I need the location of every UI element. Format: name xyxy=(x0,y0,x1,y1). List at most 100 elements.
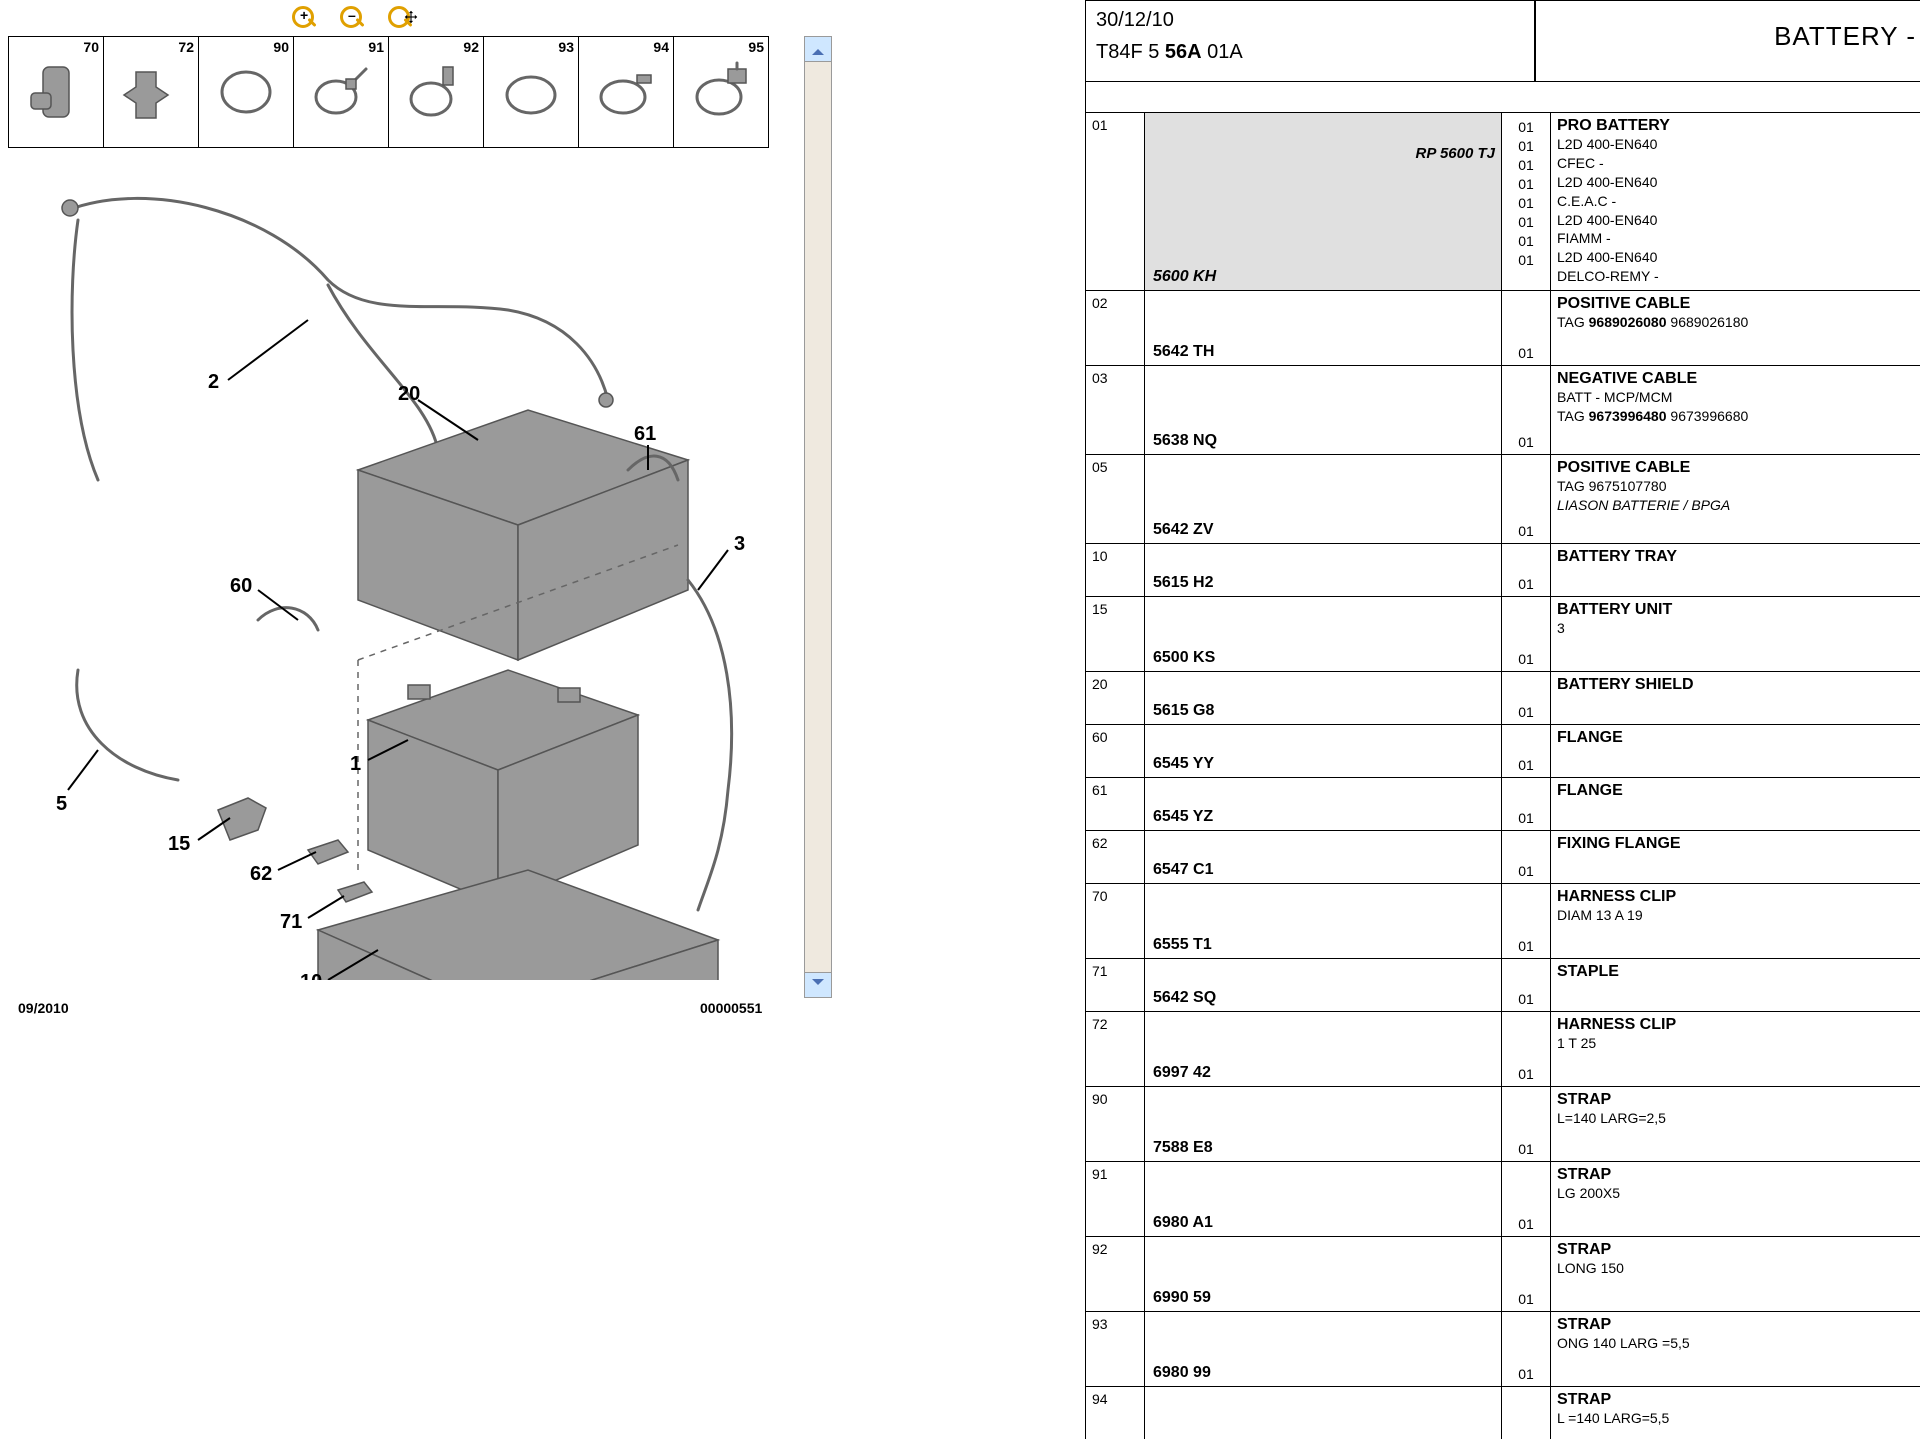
parts-table: 015600 KHRP 5600 TJ0101010101010101PRO B… xyxy=(1085,113,1920,1439)
thumbnail-70[interactable]: 70 xyxy=(8,36,104,148)
part-qty: 01 xyxy=(1502,597,1551,671)
part-description: FLANGE xyxy=(1551,778,1920,830)
thumbnail-92[interactable]: 92 xyxy=(388,36,484,148)
part-description: STRAPLG 200X5 xyxy=(1551,1162,1920,1236)
part-reference: 6980 A1 xyxy=(1145,1162,1502,1236)
part-qty: 01 xyxy=(1502,672,1551,724)
part-reference: 6990 59 xyxy=(1145,1237,1502,1311)
part-row-90[interactable]: 907588 E801STRAPL=140 LARG=2,5 xyxy=(1086,1087,1920,1162)
zoom-out-button[interactable] xyxy=(338,4,362,28)
part-reference: 5638 NQ xyxy=(1145,366,1502,454)
scroll-up-button[interactable] xyxy=(805,37,831,62)
scroll-down-button[interactable] xyxy=(805,972,831,997)
part-description: STRAPLONG 150 xyxy=(1551,1237,1920,1311)
svg-text:2: 2 xyxy=(208,371,219,393)
thumbnail-94[interactable]: 94 xyxy=(578,36,674,148)
thumbnail-72[interactable]: 72 xyxy=(103,36,199,148)
part-qty: 01 xyxy=(1502,831,1551,883)
part-seq: 01 xyxy=(1086,113,1145,290)
thumbnail-number: 90 xyxy=(273,39,289,55)
part-description: FIXING FLANGE xyxy=(1551,831,1920,883)
parts-table-panel: 30/12/10 T84F 5 56A 01A BATTERY - 015600… xyxy=(1085,0,1920,1439)
part-row-93[interactable]: 936980 9901STRAPONG 140 LARG =5,5 xyxy=(1086,1312,1920,1387)
diagram-date: 09/2010 xyxy=(18,1000,69,1016)
part-row-72[interactable]: 726997 4201HARNESS CLIP1 T 25 xyxy=(1086,1012,1920,1087)
part-reference: 6547 C1 xyxy=(1145,831,1502,883)
thumbnail-93[interactable]: 93 xyxy=(483,36,579,148)
part-qty: 01 xyxy=(1502,725,1551,777)
part-row-01[interactable]: 015600 KHRP 5600 TJ0101010101010101PRO B… xyxy=(1086,113,1920,291)
part-reference: 5642 TH xyxy=(1145,291,1502,365)
part-reference: 6545 YZ xyxy=(1145,778,1502,830)
part-qty: 01 xyxy=(1502,959,1551,1011)
part-description: PRO BATTERYL2D 400-EN640CFEC -L2D 400-EN… xyxy=(1551,113,1920,290)
part-seq: 62 xyxy=(1086,831,1145,883)
part-row-20[interactable]: 205615 G801BATTERY SHIELD xyxy=(1086,672,1920,725)
header-title: BATTERY - xyxy=(1774,21,1916,52)
part-qty: 01 xyxy=(1502,778,1551,830)
part-reference: 5615 H2 xyxy=(1145,544,1502,596)
part-row-92[interactable]: 926990 5901STRAPLONG 150 xyxy=(1086,1237,1920,1312)
part-row-71[interactable]: 715642 SQ01STAPLE xyxy=(1086,959,1920,1012)
svg-text:3: 3 xyxy=(734,533,745,555)
part-seq: 60 xyxy=(1086,725,1145,777)
part-description: FLANGE xyxy=(1551,725,1920,777)
svg-text:71: 71 xyxy=(280,911,302,933)
zoom-in-button[interactable] xyxy=(290,4,314,28)
part-row-91[interactable]: 916980 A101STRAPLG 200X5 xyxy=(1086,1162,1920,1237)
part-seq: 05 xyxy=(1086,455,1145,543)
part-description: STRAPONG 140 LARG =5,5 xyxy=(1551,1312,1920,1386)
part-seq: 91 xyxy=(1086,1162,1145,1236)
part-qty: 01 xyxy=(1502,366,1551,454)
part-row-05[interactable]: 055642 ZV01POSITIVE CABLE TAG 9675107780… xyxy=(1086,455,1920,544)
part-row-02[interactable]: 025642 TH01POSITIVE CABLE TAG 9689026080… xyxy=(1086,291,1920,366)
part-row-70[interactable]: 706555 T101HARNESS CLIPDIAM 13 A 19 xyxy=(1086,884,1920,959)
part-row-62[interactable]: 626547 C101FIXING FLANGE xyxy=(1086,831,1920,884)
part-description: HARNESS CLIP1 T 25 xyxy=(1551,1012,1920,1086)
thumbnail-number: 70 xyxy=(83,39,99,55)
part-reference: 5615 G8 xyxy=(1145,672,1502,724)
svg-text:15: 15 xyxy=(168,833,190,855)
part-row-60[interactable]: 606545 YY01FLANGE xyxy=(1086,725,1920,778)
part-qty: 01 xyxy=(1502,1012,1551,1086)
zoom-fit-button[interactable] xyxy=(386,4,410,28)
part-row-61[interactable]: 616545 YZ01FLANGE xyxy=(1086,778,1920,831)
scrollbar[interactable] xyxy=(804,36,832,998)
svg-text:20: 20 xyxy=(398,383,420,405)
part-qty: 0101010101010101 xyxy=(1502,113,1551,290)
part-description: BATTERY TRAY xyxy=(1551,544,1920,596)
part-row-10[interactable]: 105615 H201BATTERY TRAY xyxy=(1086,544,1920,597)
part-row-03[interactable]: 035638 NQ01NEGATIVE CABLEBATT - MCP/MCM … xyxy=(1086,366,1920,455)
part-reference: 7588 E8 xyxy=(1145,1087,1502,1161)
part-reference: 6997 42 xyxy=(1145,1012,1502,1086)
part-reference: 6500 KS xyxy=(1145,597,1502,671)
part-qty: 01 xyxy=(1502,1237,1551,1311)
thumbnail-90[interactable]: 90 xyxy=(198,36,294,148)
part-row-94[interactable]: 946980 A301STRAPL =140 LARG=5,5 xyxy=(1086,1387,1920,1439)
part-reference: 6555 T1 xyxy=(1145,884,1502,958)
zoom-toolbar xyxy=(290,0,590,32)
part-description: BATTERY SHIELD xyxy=(1551,672,1920,724)
part-seq: 90 xyxy=(1086,1087,1145,1161)
part-reference: 5600 KHRP 5600 TJ xyxy=(1145,113,1502,290)
part-qty: 01 xyxy=(1502,884,1551,958)
svg-text:61: 61 xyxy=(634,423,656,445)
part-description: HARNESS CLIPDIAM 13 A 19 xyxy=(1551,884,1920,958)
thumbnail-95[interactable]: 95 xyxy=(673,36,769,148)
part-row-15[interactable]: 156500 KS01BATTERY UNIT3 xyxy=(1086,597,1920,672)
part-seq: 94 xyxy=(1086,1387,1145,1439)
part-seq: 20 xyxy=(1086,672,1145,724)
part-qty: 01 xyxy=(1502,291,1551,365)
part-qty: 01 xyxy=(1502,1162,1551,1236)
part-seq: 92 xyxy=(1086,1237,1145,1311)
header-code: T84F 5 56A 01A xyxy=(1096,41,1243,64)
thumbnail-number: 72 xyxy=(178,39,194,55)
thumbnail-91[interactable]: 91 xyxy=(293,36,389,148)
part-qty: 01 xyxy=(1502,1087,1551,1161)
exploded-diagram[interactable]: 2 20 60 61 3 5 15 62 71 1 10 xyxy=(8,150,798,980)
part-reference: 6980 A3 xyxy=(1145,1387,1502,1439)
svg-text:5: 5 xyxy=(56,793,67,815)
part-seq: 71 xyxy=(1086,959,1145,1011)
table-header: 30/12/10 T84F 5 56A 01A BATTERY - xyxy=(1085,0,1920,82)
thumbnail-number: 92 xyxy=(463,39,479,55)
